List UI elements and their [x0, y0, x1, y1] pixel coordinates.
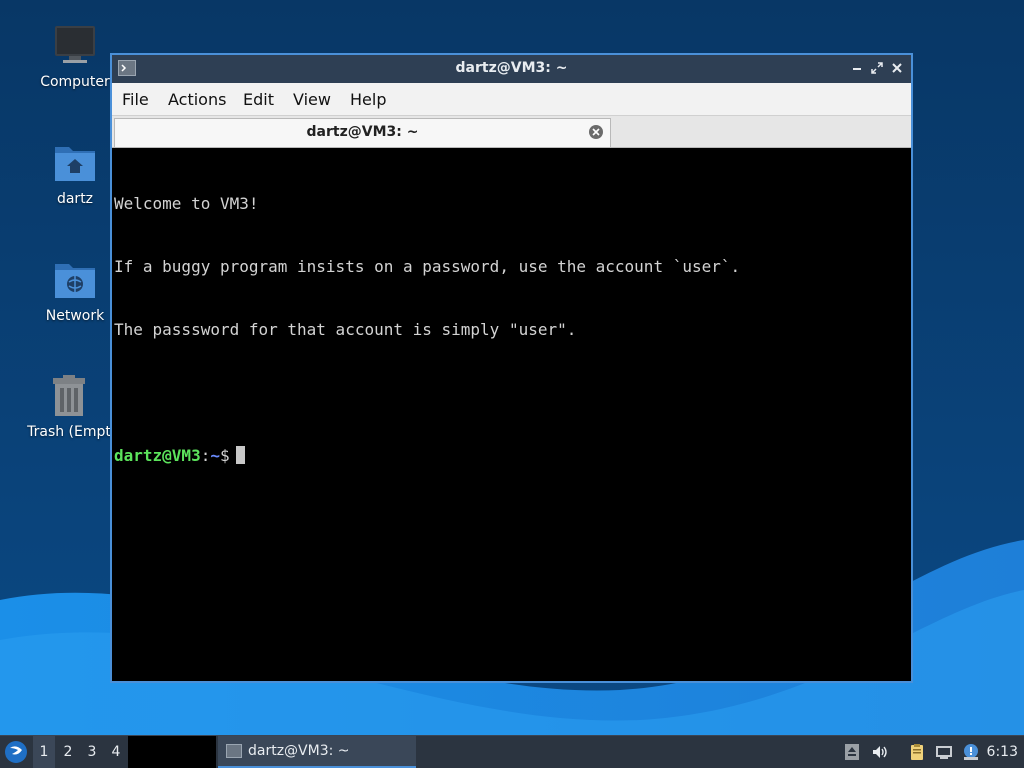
eject-icon — [845, 744, 859, 760]
tray-notification-button[interactable] — [962, 743, 980, 761]
minimize-button[interactable] — [849, 60, 865, 76]
menu-actions[interactable]: Actions — [168, 90, 226, 109]
close-button[interactable] — [889, 60, 905, 76]
computer-icon — [51, 22, 99, 70]
desktop-icon-network[interactable]: Network — [27, 256, 123, 324]
taskbar-spacer — [128, 736, 216, 768]
menu-file[interactable]: File — [122, 90, 149, 109]
prompt-symbol: $ — [219, 446, 230, 465]
window-title: dartz@VM3: ~ — [455, 60, 568, 76]
taskbar: 1 2 3 4 dartz@VM3: ~ 6:13 — [0, 735, 1024, 768]
maximize-icon — [871, 62, 883, 74]
tab-terminal[interactable]: dartz@VM3: ~ — [114, 118, 611, 147]
trash-icon — [45, 372, 93, 420]
close-circle-icon — [589, 125, 603, 139]
menubar: File Actions Edit View Help — [112, 83, 911, 116]
minimize-icon — [853, 68, 861, 70]
desktop-icon-home-folder[interactable]: dartz — [27, 139, 123, 207]
desktop-icon-label: Trash (Empt — [27, 424, 111, 440]
desktop-icon-trash[interactable]: Trash (Empt — [21, 372, 117, 440]
text-cursor — [235, 446, 245, 464]
desktop: Computer dartz Network Trash (Empt dartz… — [0, 0, 1024, 768]
menu-view[interactable]: View — [293, 90, 331, 109]
tray-clipboard-button[interactable] — [908, 743, 926, 761]
desktop-icon-computer[interactable]: Computer — [27, 22, 123, 90]
prompt-path: ~ — [210, 446, 220, 465]
tray-network-button[interactable] — [935, 743, 953, 761]
terminal-output[interactable]: Welcome to VM3! If a buggy program insis… — [114, 149, 909, 679]
task-label: dartz@VM3: ~ — [248, 743, 350, 759]
terminal-prompt-line: dartz@VM3:~$ — [114, 445, 909, 466]
workspace-2[interactable]: 2 — [57, 736, 79, 768]
tray-eject-button[interactable] — [843, 743, 861, 761]
clipboard-icon — [911, 744, 923, 760]
tray-volume-button[interactable] — [871, 743, 889, 761]
workspace-3[interactable]: 3 — [81, 736, 103, 768]
prompt-user-host: dartz@VM3 — [114, 446, 201, 465]
window-titlebar[interactable]: dartz@VM3: ~ — [112, 55, 911, 83]
desktop-icon-label: Network — [45, 308, 105, 324]
notification-icon — [964, 744, 978, 760]
volume-icon — [873, 746, 887, 758]
lubuntu-logo-icon — [5, 741, 27, 763]
prompt-colon: : — [200, 446, 211, 465]
tab-label: dartz@VM3: ~ — [306, 124, 419, 140]
terminal-app-icon — [226, 744, 242, 758]
desktop-icon-label: dartz — [56, 191, 94, 207]
workspace-4[interactable]: 4 — [105, 736, 127, 768]
terminal-line: The passsword for that account is simply… — [114, 320, 577, 339]
maximize-button[interactable] — [869, 60, 885, 76]
close-icon — [892, 63, 902, 73]
home-folder-icon — [51, 139, 99, 187]
taskbar-task-terminal[interactable]: dartz@VM3: ~ — [218, 736, 416, 768]
workspace-1[interactable]: 1 — [33, 736, 55, 768]
menu-edit[interactable]: Edit — [243, 90, 274, 109]
network-icon — [936, 746, 952, 759]
terminal-line: If a buggy program insists on a password… — [114, 257, 741, 276]
start-menu-button[interactable] — [4, 740, 28, 764]
network-folder-icon — [51, 256, 99, 304]
desktop-icon-label: Computer — [40, 74, 110, 90]
tab-close-button[interactable] — [588, 124, 604, 140]
taskbar-clock[interactable]: 6:13 — [987, 744, 1018, 760]
tab-bar: dartz@VM3: ~ — [112, 116, 911, 148]
terminal-line: Welcome to VM3! — [114, 194, 259, 213]
terminal-window[interactable]: dartz@VM3: ~ File Actions Edit View Help… — [110, 53, 913, 683]
menu-help[interactable]: Help — [350, 90, 386, 109]
